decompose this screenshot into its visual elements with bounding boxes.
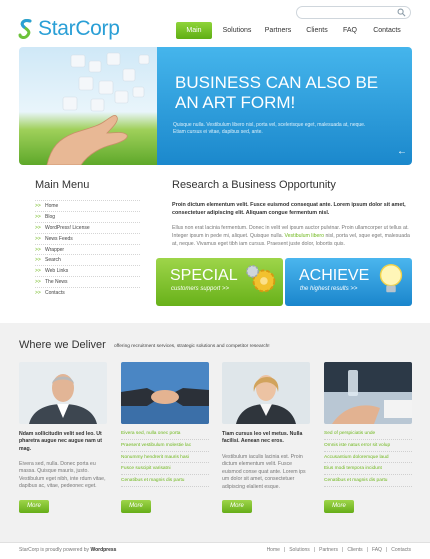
footer-copy-text: StarCorp is proudly powered by	[19, 547, 90, 553]
handshake-photo	[121, 362, 209, 424]
special-promo-link[interactable]: customers support >>	[171, 286, 229, 292]
achieve-promo-title: ACHIEVE	[299, 267, 370, 284]
footer-separator: |	[283, 547, 286, 553]
footer: StarCorp is proudly powered by Wordpress…	[0, 542, 430, 559]
card-2-links: Eivera sed, nulla onec porta Praesent ve…	[121, 428, 209, 487]
arrow-icon: >>	[35, 235, 41, 242]
deliver-subtitle: offering recruitment services, strategic…	[114, 344, 270, 349]
main-menu: >> Home >> Blog >> WordPress! License >> New…	[35, 200, 140, 298]
nav-partners[interactable]: Partners	[262, 22, 294, 39]
nav-clients[interactable]: Clients	[304, 22, 330, 39]
menu-item-wrapper[interactable]: >> Wrapper	[35, 243, 140, 255]
menu-item-contacts[interactable]: >> Contacts	[35, 287, 140, 298]
brand-name: StarCorp	[38, 17, 120, 40]
businessman-photo	[19, 362, 107, 424]
card-3-heading: Tiam cursus leo vel metus. Nulla facilis…	[222, 431, 303, 445]
footer-copyright: StarCorp is proudly powered by Wordpress	[19, 547, 116, 553]
arrow-icon: >>	[35, 213, 41, 220]
banner-text: Quisque nulla. Vestibulum libero nisl, p…	[173, 122, 366, 135]
research-title: Research a Business Opportunity	[172, 179, 336, 191]
logo-s-icon	[18, 19, 32, 40]
card-4-links: Sed of perspiciatis unde Omnis iste natu…	[324, 428, 412, 487]
card-4-link-3[interactable]: Accusantium doloremque laud	[324, 452, 412, 464]
footer-link-contacts[interactable]: Contacts	[391, 547, 411, 553]
card-3-more-button[interactable]: More	[222, 500, 252, 513]
menu-item-search[interactable]: >> Search	[35, 254, 140, 265]
arrow-left-icon[interactable]: ←	[397, 147, 407, 157]
main-menu-title: Main Menu	[35, 179, 90, 191]
special-promo[interactable]: SPECIAL customers support >>	[156, 258, 283, 306]
card-1-more-button[interactable]: More	[19, 500, 49, 513]
menu-item-license[interactable]: >> WordPress! License	[35, 221, 140, 233]
search-input[interactable]	[296, 6, 411, 19]
footer-nav: Home | Solutions | Partners | Clients | …	[267, 547, 411, 553]
businesswoman-photo	[222, 362, 310, 424]
achieve-promo[interactable]: ACHIEVE the highest results >>	[285, 258, 412, 306]
hero-banner: BUSINESS CAN ALSO BE AN ART FORM! Quisqu…	[19, 47, 412, 165]
arrow-icon: >>	[35, 224, 41, 231]
footer-separator: |	[366, 547, 368, 553]
footer-wordpress-link[interactable]: Wordpress	[90, 547, 116, 553]
main-nav: Main Solutions Partners Clients FAQ Cont…	[176, 22, 402, 39]
arrow-icon: >>	[35, 290, 41, 297]
search-icon[interactable]	[397, 8, 406, 17]
special-promo-title: SPECIAL	[170, 267, 238, 284]
footer-link-solutions[interactable]: Solutions	[289, 547, 310, 553]
arrow-icon: >>	[35, 246, 41, 253]
footer-separator: |	[385, 547, 388, 553]
arrow-icon: >>	[35, 257, 41, 264]
nav-solutions[interactable]: Solutions	[220, 22, 254, 39]
card-4-link-5[interactable]: Cenatibus et magnis dis partu	[324, 475, 412, 487]
hand-puzzle-illustration	[46, 52, 150, 165]
menu-item-news-feeds[interactable]: >> News Feeds	[35, 232, 140, 244]
logo[interactable]: StarCorp	[18, 14, 138, 44]
card-2-more-button[interactable]: More	[121, 500, 151, 513]
card-4-link-4[interactable]: Eius modi tempora incidunt	[324, 463, 412, 476]
meeting-photo	[324, 362, 412, 424]
banner-title: BUSINESS CAN ALSO BE AN ART FORM!	[175, 73, 379, 112]
nav-faq[interactable]: FAQ	[340, 22, 360, 39]
footer-link-clients[interactable]: Clients	[347, 547, 362, 553]
menu-item-the-news[interactable]: >> The News	[35, 276, 140, 287]
deliver-title: Where we Deliver	[19, 339, 106, 351]
card-1-heading: Ndam sollicitudin velit sed leo. Ut phar…	[19, 431, 103, 452]
card-2-link-1[interactable]: Eivera sed, nulla onec porta	[121, 428, 209, 440]
card-4-link-2[interactable]: Omnis iste natus error sit volup	[324, 440, 412, 452]
footer-separator: |	[313, 547, 316, 553]
card-3-image	[222, 362, 310, 424]
arrow-icon: >>	[35, 268, 41, 275]
card-2-link-5[interactable]: Cenatibus et magnis dis partu	[121, 475, 209, 487]
card-3-text: Vestibulum iaculis lacinia est. Proin di…	[222, 454, 306, 490]
footer-link-faq[interactable]: FAQ	[372, 547, 382, 553]
research-link[interactable]: Vestibulum libero	[284, 233, 324, 239]
banner-image	[19, 47, 157, 165]
nav-contacts[interactable]: Contacts	[372, 22, 402, 39]
card-1-text: Eivera sed, nulla. Donec porta eu massa.…	[19, 461, 106, 490]
research-body: Ellus non erat lacinia fermentum. Donec …	[172, 225, 414, 248]
card-2-link-2[interactable]: Praesent vestibulum molestie lac	[121, 440, 209, 452]
banner-panel: BUSINESS CAN ALSO BE AN ART FORM! Quisqu…	[157, 47, 412, 165]
footer-separator: |	[342, 547, 344, 553]
arrow-icon: >>	[35, 203, 41, 209]
card-2-link-4[interactable]: Fusce suscipit varisatni	[121, 463, 209, 476]
card-4-image	[324, 362, 412, 424]
card-2-image	[121, 362, 209, 424]
nav-main[interactable]: Main	[176, 22, 212, 39]
card-4-more-button[interactable]: More	[324, 500, 354, 513]
menu-item-blog[interactable]: >> Blog	[35, 210, 140, 222]
gear-icon	[246, 264, 276, 293]
card-1-image	[19, 362, 107, 424]
card-2-link-3[interactable]: Nonummy hendrerit mauris hasi	[121, 452, 209, 464]
menu-item-home[interactable]: >> Home	[35, 200, 140, 211]
footer-link-partners[interactable]: Partners	[319, 547, 338, 553]
lightbulb-icon	[379, 264, 403, 293]
arrow-icon: >>	[35, 279, 41, 286]
achieve-promo-link[interactable]: the highest results >>	[300, 286, 357, 292]
menu-item-web-links[interactable]: >> Web Links	[35, 265, 140, 276]
arrow-right-icon[interactable]: →	[411, 147, 412, 157]
research-lead: Proin dictum elementum velit. Fusce euis…	[172, 202, 406, 216]
card-4-link-1[interactable]: Sed of perspiciatis unde	[324, 428, 412, 440]
footer-link-home[interactable]: Home	[267, 547, 280, 553]
